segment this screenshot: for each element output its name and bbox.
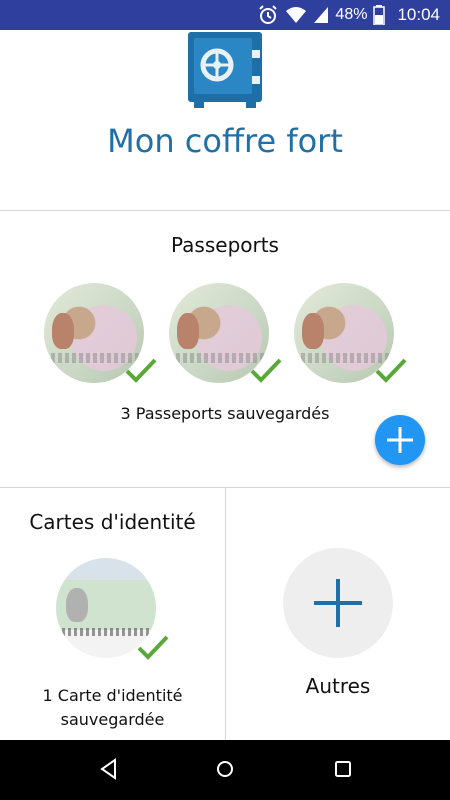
check-icon	[125, 358, 157, 383]
header: Mon coffre fort	[0, 30, 450, 211]
category-grid: Cartes d'identité 1 Carte d'identité sau…	[0, 488, 450, 740]
id-cards-tile[interactable]: Cartes d'identité 1 Carte d'identité sau…	[0, 488, 226, 740]
add-other-button[interactable]	[283, 548, 393, 658]
passport-photo	[302, 313, 324, 349]
id-cards-count-line1: 1 Carte d'identité	[42, 686, 183, 705]
navigation-bar	[0, 740, 450, 800]
others-tile[interactable]: Autres	[226, 488, 450, 740]
home-icon[interactable]	[215, 758, 235, 785]
others-label: Autres	[305, 674, 371, 698]
passports-count: 3 Passeports sauvegardés	[120, 404, 330, 423]
alarm-icon	[257, 4, 279, 26]
status-bar: 48% 10:04	[0, 0, 450, 30]
add-passport-button[interactable]	[375, 415, 425, 465]
passports-section: Passeports 3 Passeports sauvegardés	[0, 211, 450, 488]
battery-percent: 48%	[335, 6, 368, 23]
clock: 10:04	[397, 5, 440, 24]
status-icons: 48% 10:04	[257, 0, 440, 30]
safe-icon	[186, 32, 264, 115]
id-cards-title: Cartes d'identité	[29, 510, 196, 534]
check-icon	[137, 635, 169, 660]
recents-icon[interactable]	[333, 758, 353, 785]
passports-title: Passeports	[171, 233, 279, 257]
plus-icon	[314, 579, 362, 627]
passport-photo	[177, 313, 199, 349]
check-icon	[250, 358, 282, 383]
wifi-icon	[285, 5, 307, 25]
passport-photo	[52, 313, 74, 349]
check-icon	[375, 358, 407, 383]
id-cards-count-line2: sauvegardée	[60, 710, 165, 729]
plus-icon	[387, 427, 413, 453]
signal-icon	[313, 6, 329, 24]
id-photo	[66, 588, 88, 622]
id-cards-count: 1 Carte d'identité sauvegardée	[0, 684, 225, 732]
back-icon[interactable]	[99, 758, 119, 785]
page-title: Mon coffre fort	[107, 122, 343, 160]
battery-icon	[373, 5, 386, 25]
